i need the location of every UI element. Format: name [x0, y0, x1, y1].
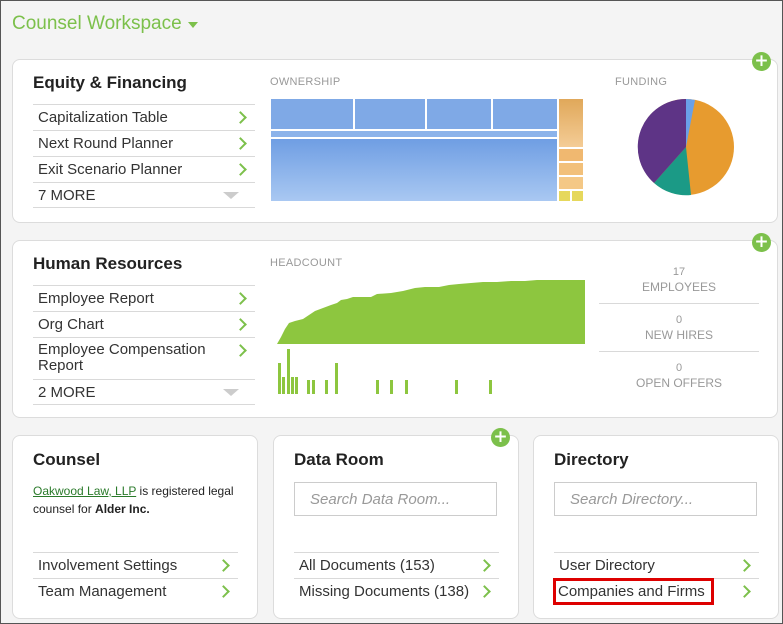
link-label: Companies and Firms [553, 578, 714, 605]
link-capitalization-table[interactable]: Capitalization Table [33, 104, 255, 130]
treemap-cell [270, 138, 558, 202]
link-employee-compensation-report[interactable]: Employee Compensation Report [33, 337, 255, 379]
link-org-chart[interactable]: Org Chart [33, 311, 255, 337]
workspace-title: Counsel Workspace [12, 13, 182, 34]
chevron-right-icon [234, 163, 247, 176]
stat-employees[interactable]: 17 EMPLOYEES [599, 256, 759, 304]
link-label: Employee Compensation Report [38, 341, 206, 374]
chevron-right-icon [738, 559, 751, 572]
stat-label: NEW HIRES [644, 327, 713, 342]
link-involvement-settings[interactable]: Involvement Settings [33, 552, 238, 578]
stat-value: 17 [672, 265, 686, 278]
hr-links: Employee Report Org Chart Employee Compe… [33, 285, 255, 405]
treemap-cell [558, 176, 584, 190]
link-label: User Directory [559, 557, 655, 574]
data-room-links: All Documents (153) Missing Documents (1… [294, 552, 499, 604]
link-label: Involvement Settings [38, 557, 178, 574]
equity-links: Capitalization Table Next Round Planner … [33, 104, 255, 208]
counsel-firm-link[interactable]: Oakwood Law, LLP [33, 484, 136, 498]
hr-stats: 17 EMPLOYEES 0 NEW HIRES 0 OPEN OFFERS [599, 256, 759, 400]
stat-open-offers[interactable]: 0 OPEN OFFERS [599, 352, 759, 400]
treemap-cell [558, 98, 584, 148]
directory-title: Directory [554, 450, 629, 469]
caret-down-icon [223, 388, 239, 396]
treemap-cell [571, 190, 584, 202]
directory-links: User Directory Companies and Firms [553, 552, 759, 605]
stat-label: OPEN OFFERS [635, 376, 722, 390]
link-label: Team Management [38, 583, 167, 600]
data-room-search [294, 482, 511, 516]
link-next-round-planner[interactable]: Next Round Planner [33, 130, 255, 156]
link-label: Capitalization Table [38, 109, 168, 126]
link-label: Exit Scenario Planner [38, 161, 183, 178]
stat-value: 0 [675, 313, 683, 326]
hires-bars [278, 349, 492, 394]
link-missing-documents[interactable]: Missing Documents (138) [294, 578, 499, 604]
chevron-right-icon [217, 559, 230, 572]
add-hr-button[interactable]: + [752, 233, 771, 252]
counsel-title: Counsel [33, 450, 101, 469]
caret-down-icon [187, 22, 198, 28]
counsel-company: Alder Inc. [95, 502, 150, 516]
chevron-right-icon [234, 318, 247, 331]
chevron-right-icon [738, 585, 751, 598]
caret-down-icon [223, 191, 239, 199]
link-label: Employee Report [38, 290, 154, 307]
directory-search-input[interactable] [555, 483, 771, 515]
treemap-cell [558, 162, 584, 176]
data-room-search-input[interactable] [295, 483, 511, 515]
link-user-directory[interactable]: User Directory [554, 552, 759, 578]
link-team-management[interactable]: Team Management [33, 578, 238, 604]
treemap-cell [558, 190, 571, 202]
link-employee-report[interactable]: Employee Report [33, 285, 255, 311]
chevron-right-icon [234, 292, 247, 305]
data-room-title: Data Room [294, 450, 384, 469]
add-equity-button[interactable]: + [752, 52, 771, 71]
chevron-right-icon [217, 585, 230, 598]
chevron-right-icon [234, 344, 247, 357]
treemap-cell [492, 98, 558, 130]
counsel-description: Oakwood Law, LLP is registered legal cou… [33, 482, 243, 518]
headcount-label: HEADCOUNT [270, 257, 343, 269]
treemap-cell [270, 98, 354, 130]
link-label: Org Chart [38, 316, 104, 333]
chevron-right-icon [234, 137, 247, 150]
link-exit-scenario-planner[interactable]: Exit Scenario Planner [33, 156, 255, 182]
stat-label: EMPLOYEES [641, 279, 717, 294]
equity-more-toggle[interactable]: 7 MORE [33, 182, 255, 208]
chevron-right-icon [234, 111, 247, 124]
treemap-cell [354, 98, 426, 130]
funding-pie-chart[interactable] [637, 98, 735, 196]
hr-more-toggle[interactable]: 2 MORE [33, 379, 255, 405]
chevron-right-icon [478, 559, 491, 572]
link-companies-and-firms[interactable]: Companies and Firms [553, 578, 759, 605]
add-document-button[interactable]: + [491, 428, 510, 447]
ownership-treemap[interactable] [270, 98, 584, 202]
hr-title: Human Resources [33, 254, 183, 273]
stat-new-hires[interactable]: 0 NEW HIRES [599, 304, 759, 352]
treemap-cell [426, 98, 492, 130]
equity-title: Equity & Financing [33, 73, 187, 92]
funding-label: FUNDING [615, 76, 668, 88]
ownership-label: OWNERSHIP [270, 76, 341, 88]
link-all-documents[interactable]: All Documents (153) [294, 552, 499, 578]
workspace-switcher[interactable]: Counsel Workspace [12, 13, 198, 35]
directory-search [554, 482, 771, 516]
more-label: 2 MORE [38, 383, 96, 401]
stat-value: 0 [675, 362, 683, 374]
more-label: 7 MORE [38, 186, 96, 204]
counsel-links: Involvement Settings Team Management [33, 552, 238, 604]
headcount-chart[interactable] [275, 277, 587, 397]
headcount-area [277, 280, 585, 344]
link-label: All Documents (153) [299, 557, 435, 574]
treemap-cell [270, 130, 558, 138]
link-label: Missing Documents (138) [299, 583, 470, 600]
chevron-right-icon [478, 585, 491, 598]
link-label: Next Round Planner [38, 135, 174, 152]
treemap-cell [558, 148, 584, 162]
